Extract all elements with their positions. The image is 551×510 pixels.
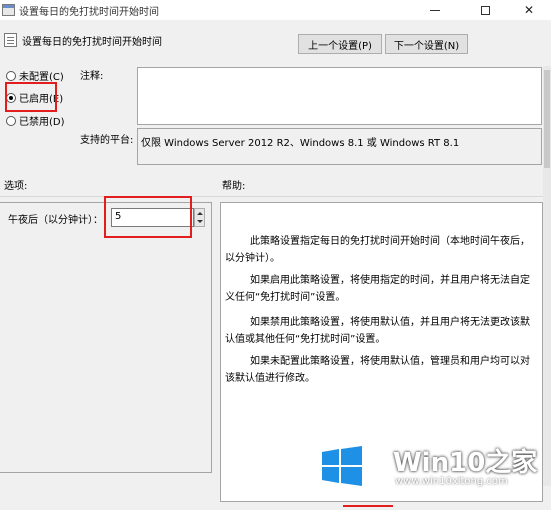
annotation-highlight-minutes [104,196,192,238]
comment-textarea[interactable] [137,67,542,125]
app-icon [2,4,15,16]
radio-not-configured[interactable]: 未配置(C) [6,68,64,83]
maximize-icon [480,5,490,15]
supported-platform-field: 仅限 Windows Server 2012 R2、Windows 8.1 或 … [137,128,542,165]
minimize-button[interactable] [413,0,457,20]
platform-label: 支持的平台: [80,135,134,146]
previous-setting-button[interactable]: 上一个设置(P) [298,34,382,54]
minutes-spinner[interactable] [194,208,205,227]
minimize-icon [430,9,440,11]
maximize-button[interactable] [463,0,507,20]
radio-circle-icon [6,70,16,81]
minutes-after-midnight-label: 午夜后（以分钟计）： [8,215,103,226]
help-paragraph: 如果启用此策略设置，将使用指定的时间，并且用户将无法自定义任何“免打扰时间”设置… [225,275,530,303]
windows-logo-icon [322,446,362,486]
help-paragraph: 如果禁用此策略设置，将使用默认值，并且用户将无法更改该默认值或其他任何“免打扰时… [225,317,530,345]
close-icon: ✕ [523,3,535,17]
radio-disabled[interactable]: 已禁用(D) [6,113,65,128]
annotation-mark [343,505,393,507]
spin-up-icon[interactable] [197,212,203,215]
radio-label: 已禁用(D) [19,117,65,128]
next-setting-button[interactable]: 下一个设置(N) [385,34,468,54]
options-panel [0,202,212,473]
radio-label: 未配置(C) [19,72,64,83]
radio-circle-icon [6,115,16,126]
scrollbar-thumb[interactable] [544,70,550,168]
comment-label: 注释: [80,71,104,82]
watermark-url: www.win10xitong.com [395,476,508,487]
window-title: 设置每日的免打扰时间开始时间 [19,7,159,18]
close-button[interactable]: ✕ [507,0,551,20]
policy-icon [4,33,17,47]
help-paragraph: 如果未配置此策略设置，将使用默认值，管理员和用户均可以对该默认值进行修改。 [225,356,530,384]
annotation-highlight-enabled [5,82,57,112]
options-section-label: 选项: [4,181,28,192]
policy-title: 设置每日的免打扰时间开始时间 [22,37,162,48]
help-section-label: 帮助: [222,181,246,192]
watermark-brand: Win10之家 [393,448,538,478]
spin-down-icon[interactable] [197,220,203,223]
help-paragraph: 此策略设置指定每日的免打扰时间开始时间（本地时间午夜后，以分钟计）。 [225,236,530,264]
divider [0,196,551,197]
